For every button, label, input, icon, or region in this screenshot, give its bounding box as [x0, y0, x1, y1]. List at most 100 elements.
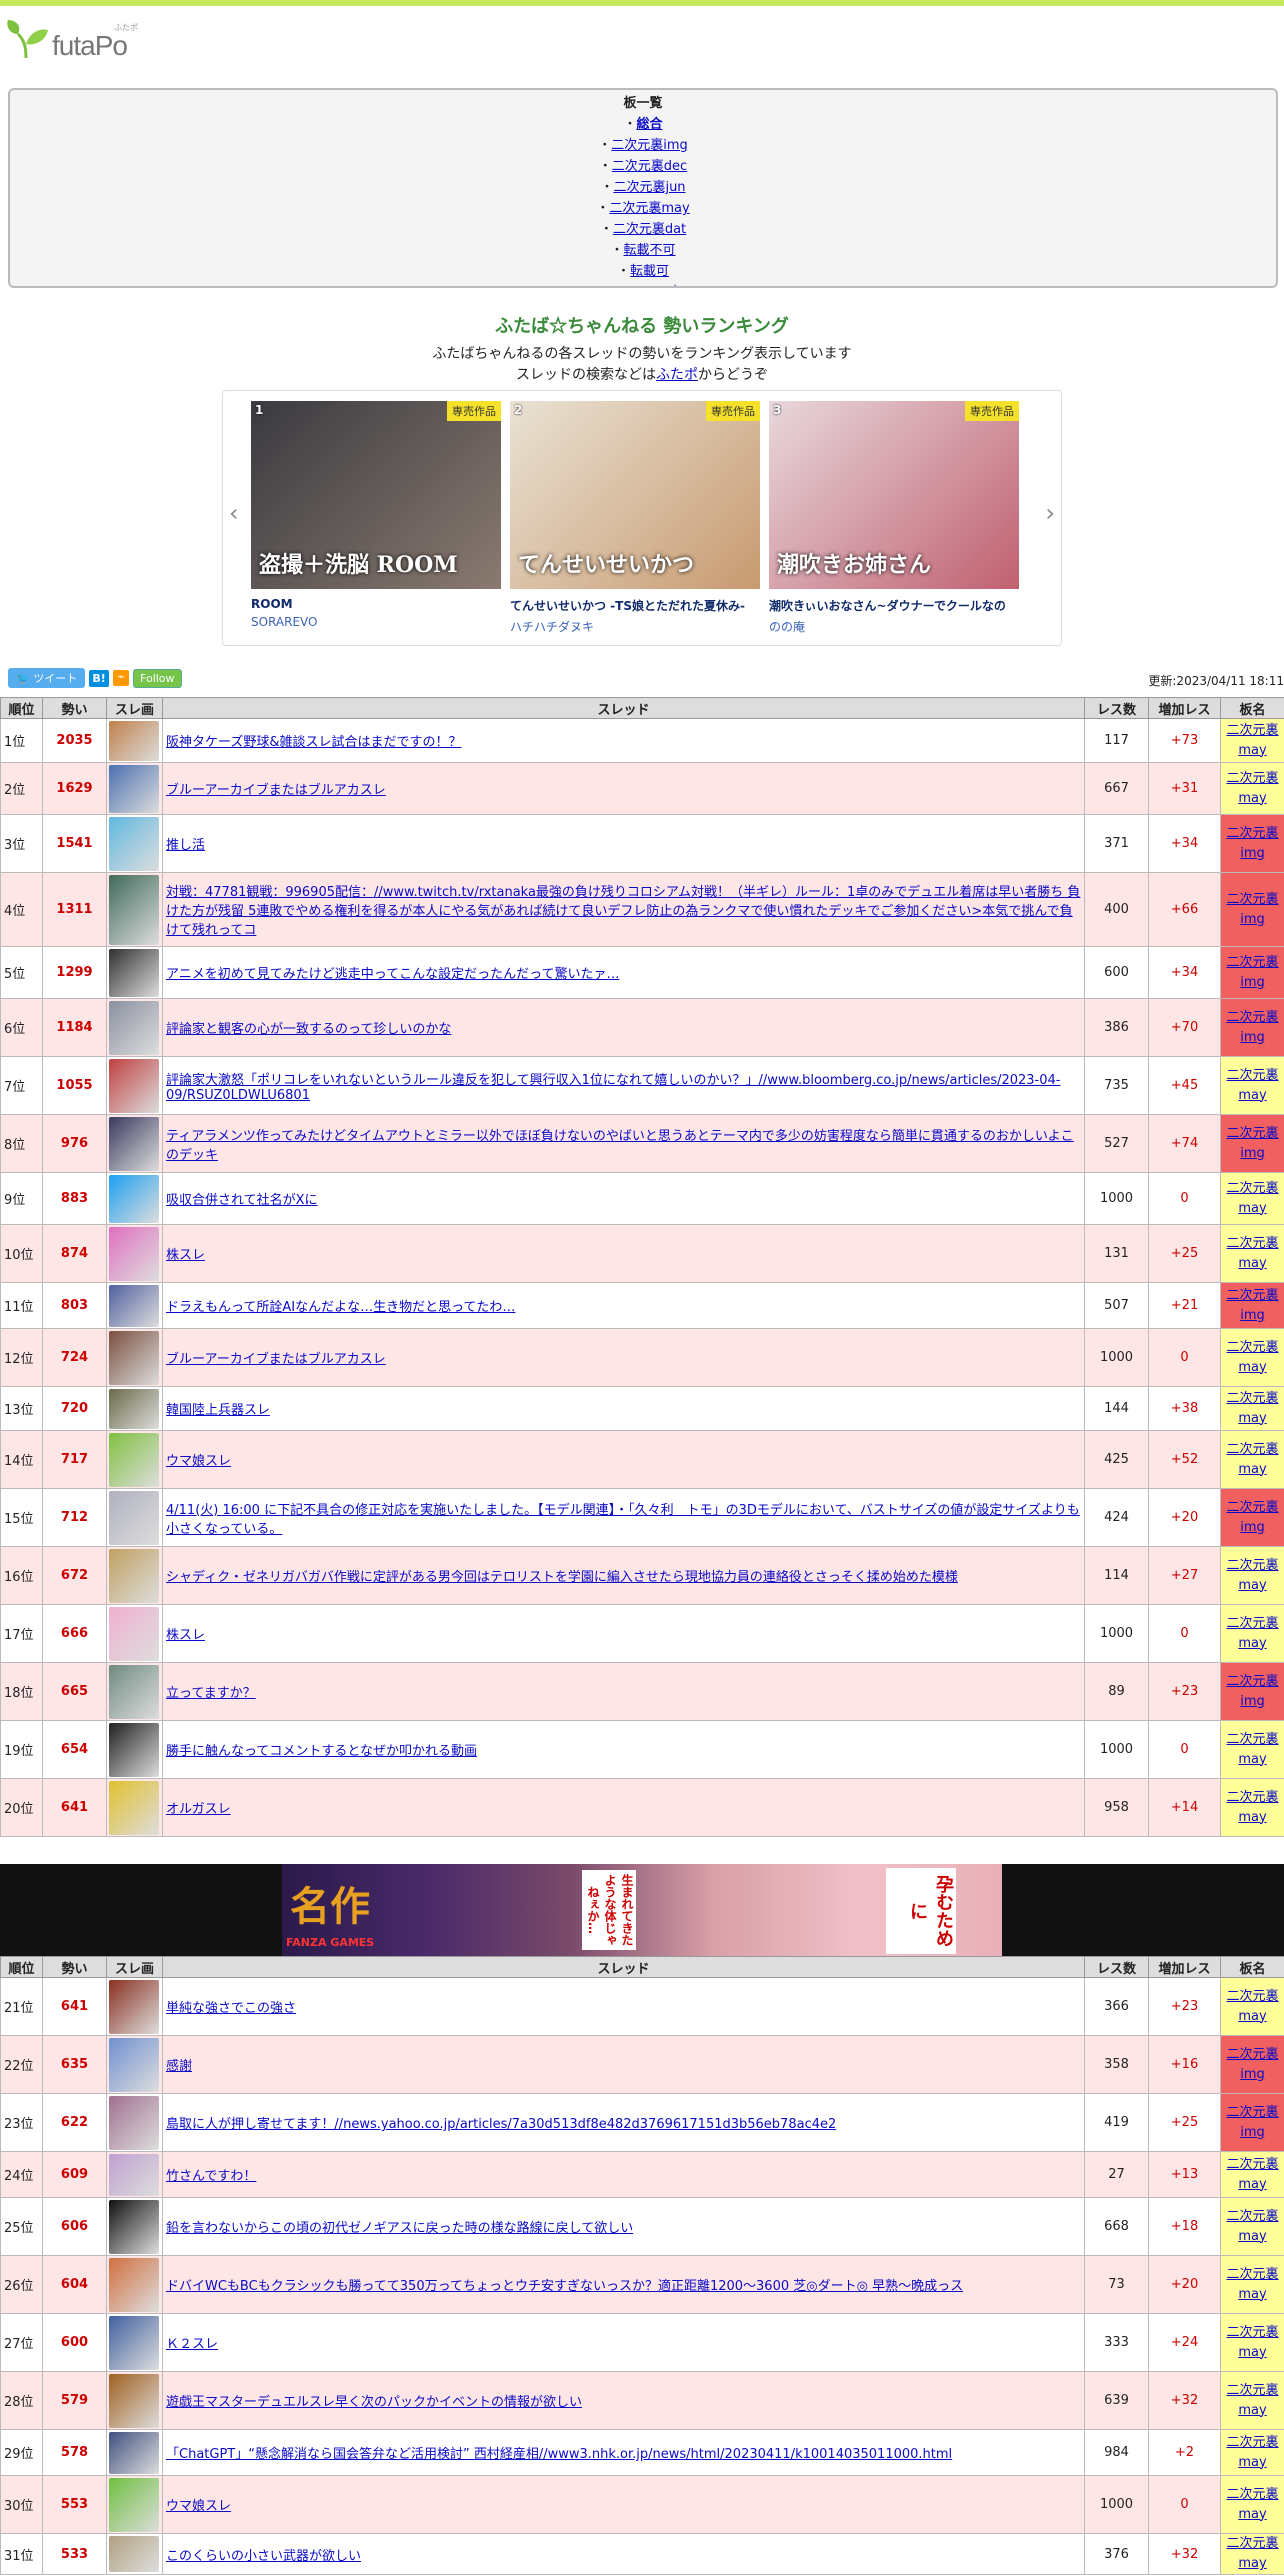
thread-title-link[interactable]: 竹さんですわ！ [166, 2169, 256, 2184]
product-title[interactable]: てんせいせいかつ -TS娘とただれた夏休み- [510, 597, 760, 614]
thread-thumbnail[interactable] [109, 2200, 159, 2254]
thread-thumbnail[interactable] [109, 1723, 159, 1777]
thread-title-link[interactable]: このくらいの小さい武器が欲しい [166, 2549, 361, 2564]
thread-title-link[interactable]: アニメを初めて見てみたけど逃走中ってこんな設定だったんだって驚いたァ… [166, 967, 619, 982]
board-name-link[interactable]: 二次元裏may [1226, 1790, 1278, 1825]
board-name-link[interactable]: 二次元裏img [1226, 826, 1278, 861]
board-name-link[interactable]: 二次元裏may [1226, 2157, 1278, 2192]
thread-title-link[interactable]: 4/11(火) 16:00 に下記不具合の修正対応を実施いたしました。【モデル関… [166, 1503, 1080, 1537]
board-name-link[interactable]: 二次元裏may [1226, 2487, 1278, 2522]
thread-title-link[interactable]: 「ChatGPT」“懸念解消なら国会答弁など活用検討” 西村経産相//www3.… [166, 2447, 952, 2462]
board-link[interactable]: 二次元裏may [609, 201, 689, 216]
thread-title-link[interactable]: ブルーアーカイブまたはブルアカスレ [166, 783, 386, 798]
thread-title-link[interactable]: ドラえもんって所詮AIなんだよな…生き物だと思ってたわ… [166, 1300, 515, 1315]
product-title[interactable]: 潮吹きぃいおなさん~ダウナーでクールなの [769, 597, 1019, 614]
board-name-link[interactable]: 二次元裏img [1226, 1288, 1278, 1323]
thread-title-link[interactable]: 島取に人が押し寄せてます！//news.yahoo.co.jp/articles… [166, 2117, 836, 2132]
product-card[interactable]: 1専売作品盗撮＋洗脳 ROOM ROOM SORAREVO [251, 401, 501, 637]
board-name-link[interactable]: 二次元裏may [1226, 1068, 1278, 1103]
board-name-link[interactable]: 二次元裏may [1226, 771, 1278, 806]
thread-thumbnail[interactable] [109, 1227, 159, 1281]
thread-thumbnail[interactable] [109, 1117, 159, 1171]
thread-thumbnail[interactable] [109, 2432, 159, 2474]
thread-title-link[interactable]: 阪神タケーズ野球&雑談スレ試合はまだですの！？ [166, 735, 462, 750]
thread-thumbnail[interactable] [109, 817, 159, 871]
board-name-link[interactable]: 二次元裏may [1226, 1558, 1278, 1593]
board-name-link[interactable]: 二次元裏img [1226, 892, 1278, 927]
board-name-link[interactable]: 二次元裏img [1226, 1500, 1278, 1535]
rss-icon[interactable]: ⌁ [113, 670, 129, 686]
thread-thumbnail[interactable] [109, 875, 159, 945]
board-link[interactable]: 転載可 [630, 264, 669, 279]
follow-button[interactable]: Follow [133, 669, 182, 688]
thread-title-link[interactable]: ティアラメンツ作ってみたけどタイムアウトとミラー以外でほぼ負けないのやばいと思う… [166, 1129, 1074, 1163]
thread-thumbnail[interactable] [109, 2038, 159, 2092]
thread-thumbnail[interactable] [109, 2154, 159, 2196]
thread-thumbnail[interactable] [109, 1665, 159, 1719]
thread-title-link[interactable]: ドバイWCもBCもクラシックも勝ってて350万ってちょっとウチ安すぎないっスか？… [166, 2279, 963, 2294]
thread-title-link[interactable]: 対戦：47781観戦：996905配信：//www.twitch.tv/rxta… [166, 885, 1080, 938]
thread-thumbnail[interactable] [109, 1175, 159, 1223]
thread-title-link[interactable]: シャディク・ゼネリガバガバ作戦に定評がある男今回はテロリストを学園に編入させたら… [166, 1570, 958, 1585]
product-card[interactable]: 2専売作品てんせいせいかつてんせいせいかつ -TS娘とただれた夏休み- ハチハチダ… [510, 401, 760, 637]
board-link[interactable]: 二次元裏img [611, 138, 688, 153]
ad-banner[interactable]: 名作 FANZA GAMES 生まれてきたような体じゃねぇか… 孕むために [0, 1864, 1284, 1956]
thread-title-link[interactable]: 勝手に触んなってコメントするとなぜか叩かれる動画 [166, 1744, 477, 1759]
tweet-button[interactable]: 🐦 ツイート [8, 668, 85, 688]
thread-thumbnail[interactable] [109, 1389, 159, 1429]
thread-title-link[interactable]: 単純な強さでこの強さ [166, 2001, 296, 2016]
thread-thumbnail[interactable] [109, 1433, 159, 1487]
carousel-next-button[interactable]: › [1045, 499, 1055, 527]
thread-title-link[interactable]: ウマ娘スレ [166, 2499, 231, 2514]
product-author[interactable]: SORAREVO [251, 615, 501, 629]
thread-title-link[interactable]: 鉛を言わないからこの頃の初代ゼノギアスに戻った時の様な路線に戻して欲しい [166, 2221, 633, 2236]
thread-title-link[interactable]: 感謝 [166, 2059, 192, 2074]
board-name-link[interactable]: 二次元裏may [1226, 1732, 1278, 1767]
thread-title-link[interactable]: 立ってますか？ [166, 1686, 256, 1701]
thread-thumbnail[interactable] [109, 949, 159, 997]
product-author[interactable]: のの庵 [769, 618, 1019, 635]
thread-title-link[interactable]: 韓国陸上兵器スレ [166, 1403, 270, 1418]
board-link[interactable]: 二次元裏jun [613, 180, 685, 195]
thread-title-link[interactable]: 推し活 [166, 838, 205, 853]
board-name-link[interactable]: 二次元裏may [1226, 1181, 1278, 1216]
product-title[interactable]: ROOM [251, 597, 501, 611]
thread-title-link[interactable]: 評論家大激怒「ポリコレをいれないというルール違反を犯して興行収入1位になれて嬉し… [166, 1073, 1060, 1103]
thread-thumbnail[interactable] [109, 1001, 159, 1055]
board-name-link[interactable]: 二次元裏may [1226, 2267, 1278, 2302]
board-link[interactable]: 二次元裏dec [612, 159, 687, 174]
board-name-link[interactable]: 二次元裏img [1226, 955, 1278, 990]
board-name-link[interactable]: 二次元裏img [1226, 1010, 1278, 1045]
thread-thumbnail[interactable] [109, 2096, 159, 2150]
thread-title-link[interactable]: Ｋ２スレ [166, 2337, 218, 2352]
thread-thumbnail[interactable] [109, 1607, 159, 1661]
thread-title-link[interactable]: 吸収合併されて社名がXに [166, 1193, 318, 1208]
thread-thumbnail[interactable] [109, 1781, 159, 1835]
ad-banner-image[interactable]: 名作 FANZA GAMES 生まれてきたような体じゃねぇか… 孕むために [282, 1864, 1002, 1956]
product-author[interactable]: ハチハチダヌキ [510, 618, 760, 635]
board-name-link[interactable]: 二次元裏may [1226, 1616, 1278, 1651]
board-link[interactable]: 総合 [637, 117, 663, 132]
thread-thumbnail[interactable] [109, 1549, 159, 1603]
carousel-prev-button[interactable]: ‹ [229, 499, 239, 527]
product-thumbnail[interactable]: 2専売作品てんせいせいかつ [510, 401, 760, 589]
thread-thumbnail[interactable] [109, 1491, 159, 1545]
thread-thumbnail[interactable] [109, 2316, 159, 2370]
board-name-link[interactable]: 二次元裏may [1226, 2325, 1278, 2360]
board-name-link[interactable]: 二次元裏img [1226, 2047, 1278, 2082]
thread-thumbnail[interactable] [109, 2374, 159, 2428]
thread-thumbnail[interactable] [109, 1285, 159, 1327]
board-link[interactable]: 二次元裏dat [613, 222, 686, 237]
thread-thumbnail[interactable] [109, 1059, 159, 1113]
product-thumbnail[interactable]: 1専売作品盗撮＋洗脳 ROOM [251, 401, 501, 589]
site-logo[interactable]: futaPo ふたポ [6, 16, 146, 66]
futapo-link[interactable]: ふたポ [656, 367, 698, 383]
thread-title-link[interactable]: 遊戯王マスターデュエルスレ早く次のパックかイベントの情報が欲しい [166, 2395, 582, 2410]
board-name-link[interactable]: 二次元裏may [1226, 1236, 1278, 1271]
board-link[interactable]: 転載不可 [624, 243, 676, 258]
board-name-link[interactable]: 二次元裏may [1226, 1340, 1278, 1375]
thread-thumbnail[interactable] [109, 1331, 159, 1385]
thread-title-link[interactable]: ブルーアーカイブまたはブルアカスレ [166, 1352, 386, 1367]
thread-title-link[interactable]: 評論家と観客の心が一致するのって珍しいのかな [166, 1022, 451, 1037]
board-name-link[interactable]: 二次元裏may [1226, 1989, 1278, 2024]
